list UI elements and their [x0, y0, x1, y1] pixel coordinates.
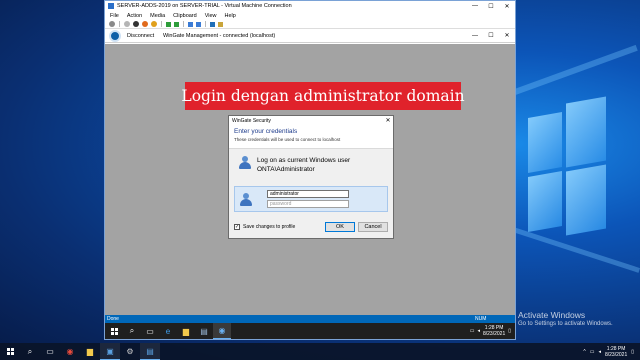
vm-connection-icon — [108, 3, 114, 9]
guest-clock[interactable]: 1:28 PM 8/23/2021 — [483, 325, 505, 337]
start-icon[interactable] — [105, 323, 123, 339]
chevron-up-icon[interactable]: ^ — [583, 349, 585, 355]
disconnect-button[interactable]: Disconnect — [127, 33, 161, 39]
menu-clipboard[interactable]: Clipboard — [173, 13, 197, 19]
dialog-titlebar: WinGate Security ✕ — [229, 116, 393, 125]
save-profile-checkbox[interactable]: ✓ — [234, 224, 240, 230]
host-clock-time: 1:28 PM — [606, 345, 626, 352]
dialog-subheading: These credentials will be used to connec… — [234, 137, 341, 142]
guest-taskbar: ⌕ ▭ e ▆ ▤ ◉ ▭ ◂ 1:28 PM 8/23/2021 ▯ — [105, 323, 515, 339]
enhanced-session-icon[interactable] — [210, 21, 215, 27]
current-user-name: ONTA\Administrator — [257, 166, 315, 173]
vm-titlebar: SERVER-ADDS-2019 on SERVER-TRIAL - Virtu… — [105, 1, 515, 11]
current-user-label: Log on as current Windows user — [257, 157, 351, 164]
user-icon — [240, 192, 252, 206]
host-clock[interactable]: 1:28 PM 8/23/2021 — [605, 346, 627, 358]
vm-menubar: File Action Media Clipboard View Help — [105, 11, 515, 20]
task-view-icon[interactable]: ▭ — [141, 323, 159, 339]
username-input[interactable] — [267, 190, 349, 198]
menu-view[interactable]: View — [205, 13, 217, 19]
file-explorer-icon[interactable]: ▆ — [80, 343, 100, 360]
wingate-window-title: WinGate Management - connected (localhos… — [163, 32, 276, 39]
activate-title: Activate Windows — [518, 310, 586, 320]
host-taskbar: ⌕ ▭ ◉ ▆ ▣ ⚙ ▤ ^ ▭ ◂ 1:28 PM 8/23/2021 ▯ — [0, 343, 640, 360]
status-num: NUM — [475, 316, 487, 322]
vm-toolbar — [105, 20, 515, 29]
close-button[interactable]: ✕ — [499, 3, 515, 10]
shutdown-icon[interactable] — [142, 21, 148, 27]
wingate-header: Disconnect WinGate Management - connecte… — [105, 29, 515, 43]
ok-button[interactable]: OK — [325, 222, 355, 232]
vm-connection-icon[interactable]: ▤ — [140, 343, 160, 360]
wingate-close-button[interactable]: ✕ — [499, 32, 515, 39]
volume-icon[interactable]: ◂ — [598, 349, 601, 355]
wingate-minimize-button[interactable]: — — [467, 33, 483, 39]
search-icon[interactable]: ⌕ — [123, 323, 141, 339]
wingate-icon[interactable]: ◉ — [213, 323, 231, 339]
network-icon[interactable]: ▭ — [590, 349, 595, 355]
menu-file[interactable]: File — [110, 13, 119, 19]
activate-subtitle: Go to Settings to activate Windows. — [518, 321, 613, 327]
dialog-close-button[interactable]: ✕ — [383, 117, 393, 124]
minimize-button[interactable]: — — [467, 3, 483, 9]
ie-icon[interactable]: e — [159, 323, 177, 339]
network-icon[interactable]: ▭ — [470, 328, 475, 334]
vm-connection-window: SERVER-ADDS-2019 on SERVER-TRIAL - Virtu… — [104, 0, 516, 340]
task-view-icon[interactable]: ▭ — [40, 343, 60, 360]
guest-clock-date: 8/23/2021 — [482, 331, 506, 337]
start-icon[interactable] — [124, 21, 130, 27]
save-icon[interactable] — [151, 21, 157, 27]
notification-icon[interactable]: ▯ — [508, 328, 511, 334]
activate-windows-watermark: Activate Windows Go to Settings to activ… — [518, 310, 613, 327]
save-profile-label: Save changes to profile — [243, 224, 296, 230]
ctrl-alt-del-icon[interactable] — [109, 21, 115, 27]
maximize-button[interactable]: ☐ — [483, 3, 499, 10]
file-explorer-icon[interactable]: ▆ — [177, 323, 195, 339]
tutorial-banner: Login dengan administrator domain — [181, 82, 465, 110]
chrome-icon[interactable]: ◉ — [60, 343, 80, 360]
vm-window-title: SERVER-ADDS-2019 on SERVER-TRIAL - Virtu… — [117, 3, 292, 9]
search-icon[interactable]: ⌕ — [20, 343, 40, 360]
play-icon[interactable] — [174, 21, 179, 27]
windows-logo-wallpaper — [528, 96, 608, 240]
dialog-footer: ✓ Save changes to profile OK Cancel — [234, 222, 388, 232]
dialog-header: Enter your credentials These credentials… — [229, 125, 393, 149]
dialog-title: WinGate Security — [232, 117, 271, 124]
password-input[interactable] — [267, 200, 349, 208]
wingate-maximize-button[interactable]: ☐ — [483, 32, 499, 39]
menu-action[interactable]: Action — [127, 13, 142, 19]
revert-icon[interactable] — [196, 21, 201, 27]
share-icon[interactable] — [218, 21, 223, 27]
server-manager-icon[interactable]: ▤ — [195, 323, 213, 339]
wingate-security-dialog: WinGate Security ✕ Enter your credential… — [228, 115, 394, 239]
vm-status-bar: Done NUM — [105, 315, 515, 323]
settings-icon[interactable]: ⚙ — [120, 343, 140, 360]
current-user-option[interactable]: Log on as current Windows user ONTA\Admi… — [239, 156, 350, 174]
volume-icon[interactable]: ◂ — [477, 328, 480, 334]
pause-icon[interactable] — [166, 21, 171, 27]
cancel-button[interactable]: Cancel — [358, 222, 388, 232]
start-icon[interactable] — [0, 343, 20, 360]
user-icon — [239, 156, 251, 169]
host-tray: ^ ▭ ◂ 1:28 PM 8/23/2021 ▯ — [583, 346, 640, 358]
other-credentials-option[interactable] — [234, 186, 388, 212]
menu-media[interactable]: Media — [150, 13, 165, 19]
notification-icon[interactable]: ▯ — [631, 349, 634, 355]
checkpoint-icon[interactable] — [188, 21, 193, 27]
status-done: Done — [107, 316, 119, 322]
turn-off-icon[interactable] — [133, 21, 139, 27]
hyperv-manager-icon[interactable]: ▣ — [100, 343, 120, 360]
wingate-logo-icon — [109, 29, 121, 42]
dialog-heading: Enter your credentials — [234, 128, 298, 135]
menu-help[interactable]: Help — [225, 13, 236, 19]
host-clock-date: 8/23/2021 — [604, 351, 628, 358]
wingate-workspace: Login dengan administrator domain WinGat… — [105, 44, 515, 315]
guest-tray: ▭ ◂ 1:28 PM 8/23/2021 ▯ — [470, 325, 515, 337]
